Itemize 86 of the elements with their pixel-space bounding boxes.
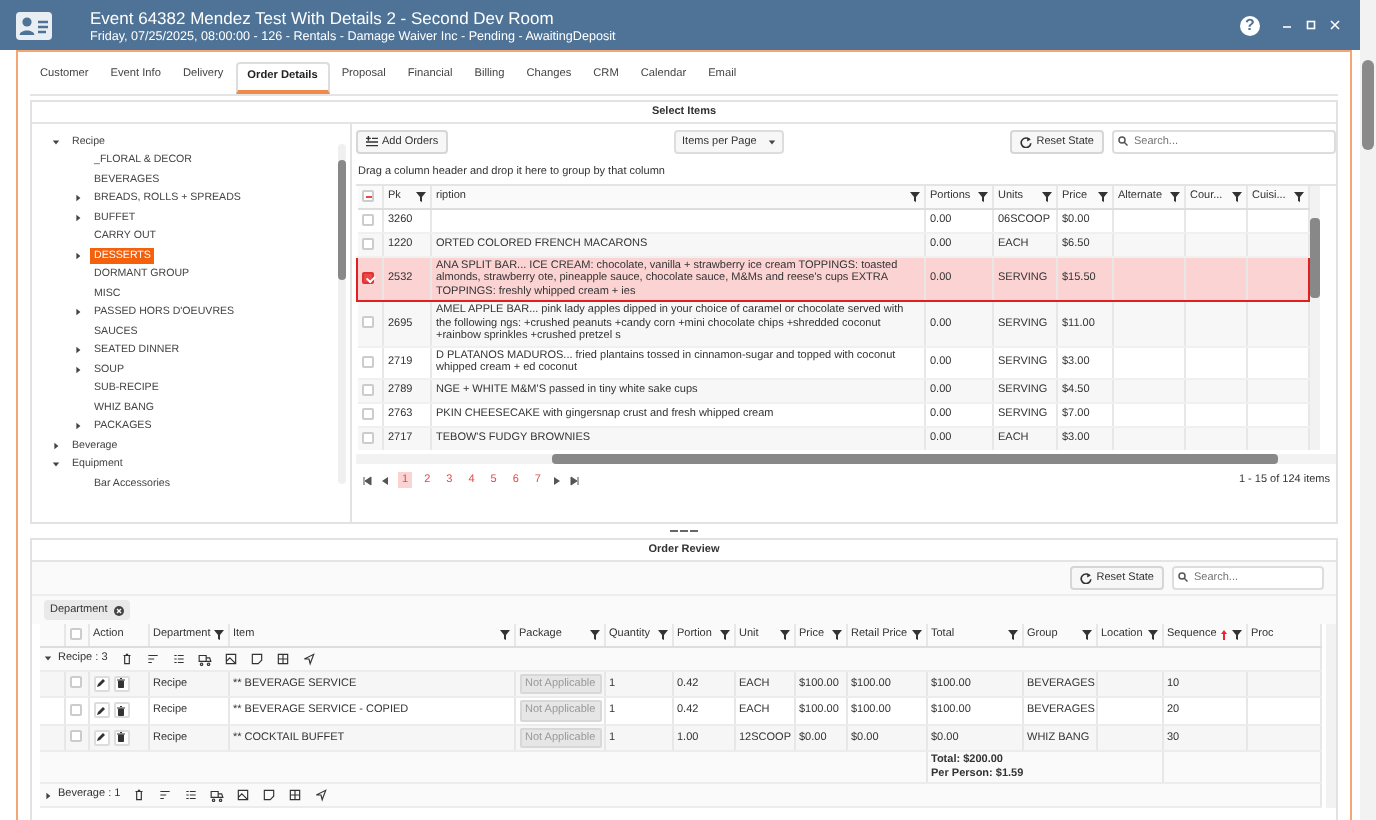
filter-icon[interactable] — [910, 191, 920, 202]
scrollbar[interactable] — [1310, 186, 1320, 450]
checkbox[interactable] — [361, 383, 373, 396]
image-icon[interactable] — [236, 788, 251, 802]
expand-arrow-icon[interactable] — [74, 346, 82, 355]
refresh-icon — [1020, 136, 1033, 148]
checkbox[interactable] — [361, 316, 373, 329]
filter-icon[interactable] — [416, 191, 426, 202]
scrollbar[interactable] — [338, 144, 346, 484]
checkbox[interactable] — [69, 676, 81, 689]
add-list-icon — [366, 136, 378, 148]
expand-arrow-icon[interactable] — [74, 365, 82, 374]
note-icon[interactable] — [249, 651, 264, 665]
checkbox[interactable] — [361, 431, 373, 444]
select-all-checkbox[interactable] — [361, 189, 373, 202]
grid-icon[interactable] — [275, 651, 290, 665]
list-icon[interactable] — [184, 788, 199, 802]
filter-icon[interactable] — [1007, 629, 1017, 640]
truck-icon[interactable] — [210, 788, 225, 802]
edit-button[interactable] — [93, 729, 109, 746]
truck-icon[interactable] — [197, 651, 212, 665]
maximize-icon[interactable] — [1306, 20, 1316, 30]
scrollbar[interactable] — [1360, 0, 1376, 820]
checkbox[interactable] — [362, 271, 374, 284]
filter-icon[interactable] — [831, 629, 841, 640]
filter-icon[interactable] — [1232, 191, 1242, 202]
checkbox[interactable] — [361, 237, 373, 250]
checkbox[interactable] — [69, 730, 81, 743]
filter-icon[interactable] — [1098, 191, 1108, 202]
collapse-arrow-icon[interactable] — [44, 654, 52, 662]
expand-arrow-icon[interactable] — [74, 251, 82, 260]
checkbox[interactable] — [361, 407, 373, 420]
expand-arrow-icon[interactable] — [74, 422, 82, 431]
first-page-icon[interactable] — [362, 475, 372, 485]
grid-icon[interactable] — [288, 788, 303, 802]
filter-icon[interactable] — [1231, 629, 1241, 640]
expand-arrow-icon[interactable] — [44, 791, 52, 799]
select-all-checkbox[interactable] — [69, 627, 81, 640]
edit-button[interactable] — [93, 702, 109, 719]
filter-icon[interactable] — [1147, 629, 1157, 640]
remove-icon[interactable] — [113, 605, 124, 615]
filter-icon[interactable] — [213, 629, 223, 640]
filter-icon[interactable] — [1042, 191, 1052, 202]
filter-icon[interactable] — [589, 629, 599, 640]
refresh-icon — [1080, 572, 1093, 584]
window-title: Event 64382 Mendez Test With Details 2 - Second Dev Room — [90, 7, 556, 27]
close-icon[interactable] — [1330, 20, 1340, 30]
expand-arrow-icon[interactable] — [74, 194, 82, 203]
previous-page-icon[interactable] — [380, 475, 390, 485]
filter-icon[interactable] — [1081, 629, 1091, 640]
delete-icon[interactable] — [119, 651, 134, 665]
delete-icon[interactable] — [132, 788, 147, 802]
filter-icon[interactable] — [719, 629, 729, 640]
delete-button[interactable] — [113, 729, 129, 746]
last-page-icon[interactable] — [570, 475, 581, 485]
delete-button[interactable] — [113, 675, 129, 692]
sort-icon[interactable] — [145, 651, 160, 665]
checkbox[interactable] — [361, 355, 373, 368]
next-page-icon[interactable] — [552, 475, 563, 485]
checkbox[interactable] — [69, 703, 81, 716]
splitter-handle-icon[interactable] — [670, 528, 698, 534]
scrollbar[interactable] — [1325, 624, 1335, 808]
help-button[interactable]: ? — [1240, 15, 1260, 35]
expand-arrow-icon[interactable] — [52, 441, 60, 450]
delete-button[interactable] — [113, 702, 129, 719]
scrollbar[interactable] — [356, 454, 1336, 464]
checkbox[interactable] — [361, 213, 373, 226]
send-icon[interactable] — [301, 651, 316, 665]
filter-icon[interactable] — [779, 629, 789, 640]
filter-icon[interactable] — [978, 191, 988, 202]
caret-icon — [768, 138, 777, 146]
note-icon[interactable] — [262, 788, 277, 802]
contact-card-icon — [16, 11, 52, 39]
expand-arrow-icon[interactable] — [74, 213, 82, 222]
list-icon[interactable] — [171, 651, 186, 665]
send-icon[interactable] — [314, 788, 329, 802]
image-icon[interactable] — [223, 651, 238, 665]
filter-icon[interactable] — [1294, 191, 1304, 202]
expand-arrow-icon[interactable] — [74, 308, 82, 317]
filter-icon[interactable] — [657, 629, 667, 640]
minimize-icon[interactable] — [1282, 20, 1292, 30]
edit-button[interactable] — [93, 675, 109, 692]
filter-icon[interactable] — [911, 629, 921, 640]
sort-icon[interactable] — [158, 788, 173, 802]
filter-icon[interactable] — [1170, 191, 1180, 202]
filter-icon[interactable] — [499, 629, 509, 640]
